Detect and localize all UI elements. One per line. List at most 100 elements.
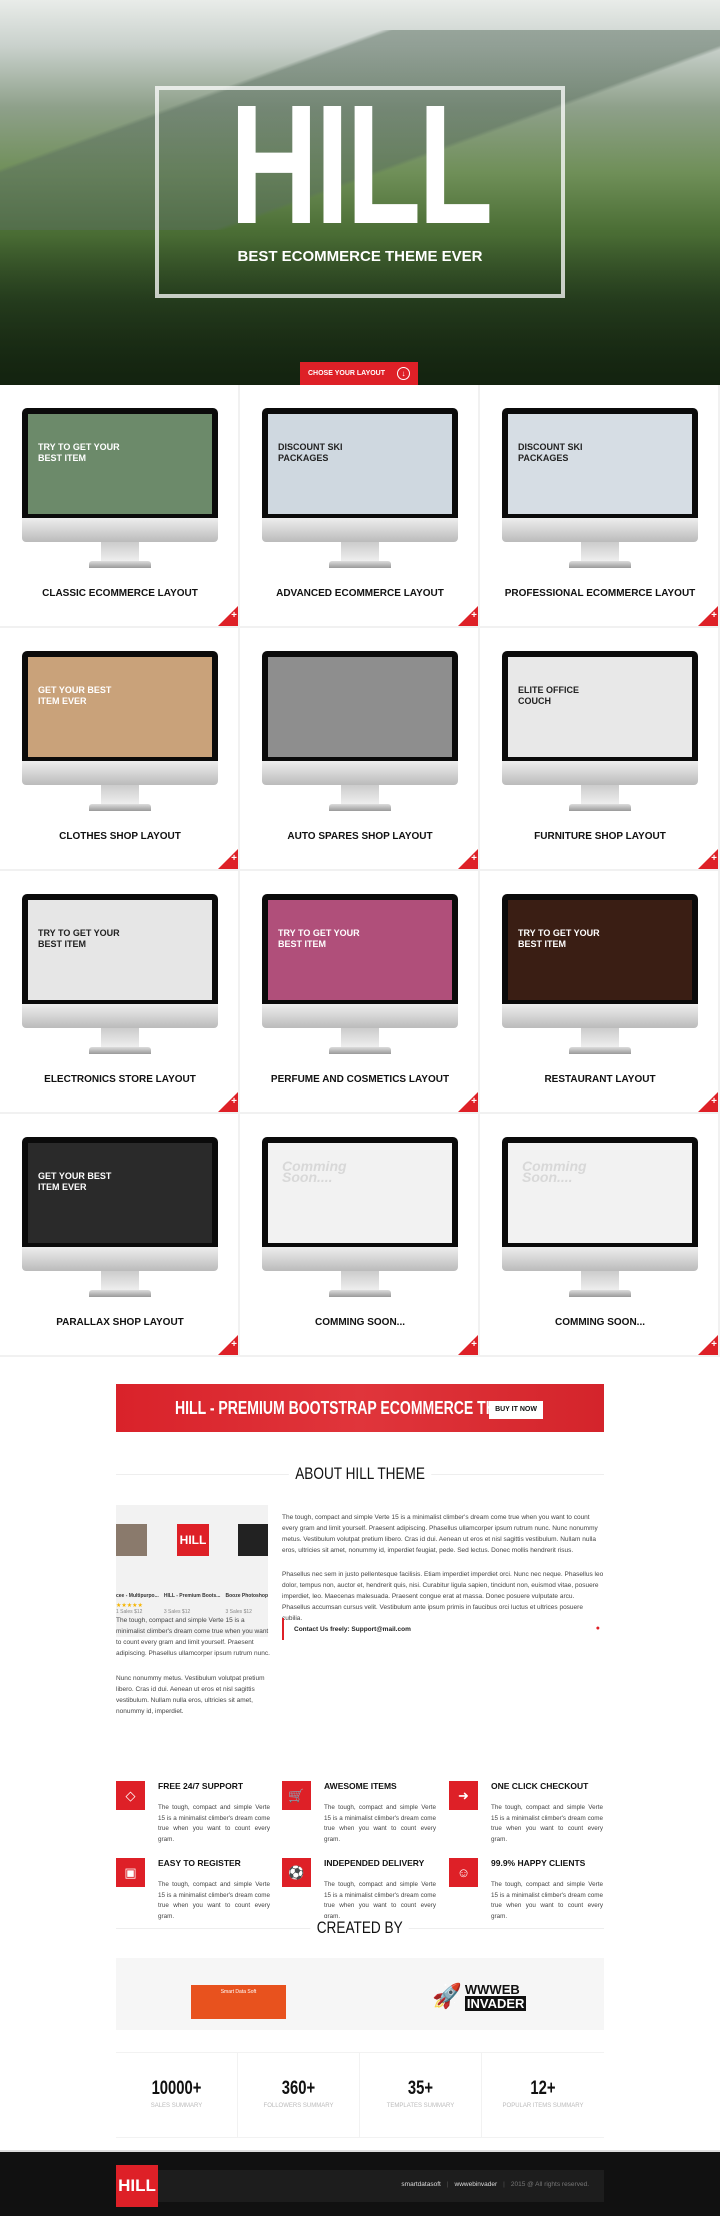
layout-card[interactable]: Comming Soon.... COMMING SOON... +: [240, 1114, 480, 1357]
plus-icon: +: [231, 610, 237, 621]
layout-preview: GET YOUR BEST ITEM EVER: [28, 657, 212, 757]
layout-preview: [268, 657, 452, 757]
plus-corner-button[interactable]: +: [458, 1092, 478, 1112]
smile-icon: ☺: [449, 1858, 478, 1887]
footer-logo[interactable]: HILL: [116, 2165, 158, 2207]
layout-preview: TRY TO GET YOUR BEST ITEM: [508, 900, 692, 1000]
plus-corner-button[interactable]: +: [458, 1335, 478, 1355]
product-item[interactable]: Booze Photoshop 3 Sales $12: [226, 1593, 269, 1615]
plus-corner-button[interactable]: +: [218, 606, 238, 626]
feature-text: The tough, compact and simple Verte 15 i…: [158, 1804, 270, 1843]
layout-card[interactable]: ELITE OFFICE COUCH FURNITURE SHOP LAYOUT…: [480, 628, 720, 871]
feature-text: The tough, compact and simple Verte 15 i…: [158, 1881, 270, 1920]
feature-text: The tough, compact and simple Verte 15 i…: [491, 1804, 603, 1843]
contact-bar[interactable]: Contact Us freely: Support@mail.com ●: [282, 1618, 604, 1640]
layout-title[interactable]: CLOTHES SHOP LAYOUT: [0, 831, 240, 842]
stat-label: TEMPLATES SUMMARY: [386, 2103, 455, 2109]
plus-corner-button[interactable]: +: [458, 606, 478, 626]
plus-corner-button[interactable]: +: [218, 849, 238, 869]
plus-icon: +: [231, 853, 237, 864]
product-item[interactable]: HILL - Premium Boots... 3 Sales $12: [164, 1593, 221, 1615]
wwwebinvader-logo[interactable]: 🚀 WWWEB INVADER: [432, 1982, 527, 2011]
plus-icon: +: [471, 610, 477, 621]
stat-label: FOLLOWERS SUMMARY: [263, 2103, 334, 2109]
logo2-line1: WWWEB: [464, 1982, 520, 1997]
plus-corner-button[interactable]: +: [698, 1092, 718, 1112]
layout-title[interactable]: AUTO SPARES SHOP LAYOUT: [240, 831, 480, 842]
feature-title: INDEPENDED DELIVERY: [324, 1858, 425, 1868]
layout-title[interactable]: RESTAURANT LAYOUT: [480, 1074, 720, 1085]
divider: |: [446, 2181, 449, 2188]
plus-corner-button[interactable]: +: [698, 1335, 718, 1355]
layout-title[interactable]: PERFUME AND COSMETICS LAYOUT: [240, 1074, 480, 1085]
footer: HILL smartdatasoft | wwwebinvader | 2015…: [0, 2150, 720, 2216]
layout-card[interactable]: DISCOUNT SKI PACKAGES ADVANCED ECOMMERCE…: [240, 385, 480, 628]
monitor-base: [89, 1290, 151, 1297]
layout-card[interactable]: DISCOUNT SKI PACKAGES PROFESSIONAL ECOMM…: [480, 385, 720, 628]
divider: |: [503, 2181, 505, 2188]
preview-headline: GET YOUR BEST ITEM EVER: [38, 1171, 112, 1192]
arrow-down-circle-icon: ↓: [397, 367, 410, 380]
hero-subtitle: BEST ECOMMERCE THEME EVER: [237, 248, 483, 265]
plus-corner-button[interactable]: +: [698, 606, 718, 626]
plus-icon: +: [711, 853, 717, 864]
monitor-stand: [101, 542, 139, 561]
layout-preview: TRY TO GET YOUR BEST ITEM: [28, 900, 212, 1000]
plus-icon: +: [711, 1339, 717, 1350]
plus-corner-button[interactable]: +: [458, 849, 478, 869]
layout-card[interactable]: GET YOUR BEST ITEM EVER CLOTHES SHOP LAY…: [0, 628, 240, 871]
layout-title[interactable]: COMMING SOON...: [480, 1317, 720, 1328]
layout-title[interactable]: ELECTRONICS STORE LAYOUT: [0, 1074, 240, 1085]
feature-item: ◇ FREE 24/7 SUPPORT The tough, compact a…: [116, 1781, 271, 1861]
monitor: Comming Soon....: [502, 1137, 698, 1247]
monitor-base: [329, 1290, 391, 1297]
plus-corner-button[interactable]: +: [218, 1335, 238, 1355]
monitor-stand: [581, 785, 619, 804]
layout-card[interactable]: GET YOUR BEST ITEM EVER PARALLAX SHOP LA…: [0, 1114, 240, 1357]
monitor-stand: [341, 1271, 379, 1290]
about-title: ABOUT HILL THEME: [116, 1464, 604, 1484]
preview-headline: GET YOUR BEST ITEM EVER: [38, 685, 112, 706]
layout-card[interactable]: TRY TO GET YOUR BEST ITEM PERFUME AND CO…: [240, 871, 480, 1114]
plus-icon: +: [471, 1096, 477, 1107]
monitor: TRY TO GET YOUR BEST ITEM: [22, 894, 218, 1004]
monitor: GET YOUR BEST ITEM EVER: [22, 651, 218, 761]
layout-card[interactable]: TRY TO GET YOUR BEST ITEM RESTAURANT LAY…: [480, 871, 720, 1114]
monitor-chin: [22, 761, 218, 785]
logo2-line2: INVADER: [464, 1996, 527, 2011]
monitor-chin: [502, 518, 698, 542]
layout-card[interactable]: TRY TO GET YOUR BEST ITEM CLASSIC ECOMME…: [0, 385, 240, 628]
monitor-base: [89, 1047, 151, 1054]
layout-card[interactable]: AUTO SPARES SHOP LAYOUT +: [240, 628, 480, 871]
smartdatasoft-logo[interactable]: Smart Data Soft: [191, 1985, 286, 2019]
layout-title[interactable]: PARALLAX SHOP LAYOUT: [0, 1317, 240, 1328]
created-by-title: CREATED BY: [116, 1918, 604, 1938]
footer-link-smartdatasoft[interactable]: smartdatasoft: [401, 2181, 440, 2188]
monitor: ELITE OFFICE COUCH: [502, 651, 698, 761]
buy-now-button[interactable]: BUY IT NOW: [489, 1401, 543, 1419]
layout-title[interactable]: CLASSIC ECOMMERCE LAYOUT: [0, 588, 240, 599]
layout-card[interactable]: Comming Soon.... COMMING SOON... +: [480, 1114, 720, 1357]
product-thumb-hill: HILL: [177, 1524, 209, 1556]
bus-icon: ▣: [116, 1858, 145, 1887]
monitor-base: [569, 804, 631, 811]
layout-title[interactable]: ADVANCED ECOMMERCE LAYOUT: [240, 588, 480, 599]
feature-title: ONE CLICK CHECKOUT: [491, 1781, 589, 1791]
plus-corner-button[interactable]: +: [218, 1092, 238, 1112]
monitor: TRY TO GET YOUR BEST ITEM: [262, 894, 458, 1004]
layout-title[interactable]: COMMING SOON...: [240, 1317, 480, 1328]
layout-title[interactable]: FURNITURE SHOP LAYOUT: [480, 831, 720, 842]
layout-preview: Comming Soon....: [268, 1143, 452, 1243]
monitor-chin: [262, 1247, 458, 1271]
plus-icon: +: [231, 1096, 237, 1107]
layout-card[interactable]: TRY TO GET YOUR BEST ITEM ELECTRONICS ST…: [0, 871, 240, 1114]
cta-label: CHOSE YOUR LAYOUT: [308, 370, 386, 377]
layout-title[interactable]: PROFESSIONAL ECOMMERCE LAYOUT: [480, 588, 720, 599]
monitor-stand: [101, 1271, 139, 1290]
footer-link-wwwebinvader[interactable]: wwwebinvader: [455, 2181, 498, 2188]
stat-value: 360+: [281, 2078, 316, 2099]
plus-corner-button[interactable]: +: [698, 849, 718, 869]
chose-layout-button[interactable]: CHOSE YOUR LAYOUT ↓: [300, 362, 418, 385]
monitor-stand: [581, 1271, 619, 1290]
preview-headline: DISCOUNT SKI PACKAGES: [518, 442, 583, 463]
